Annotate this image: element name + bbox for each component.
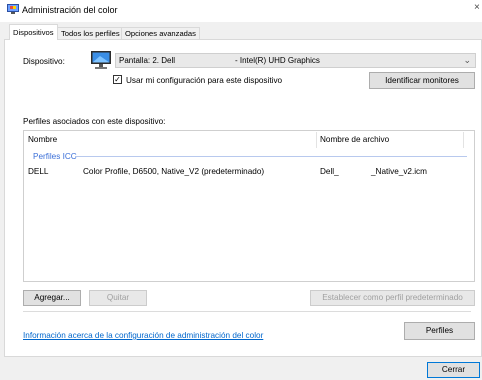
profile-name-prefix[interactable]: DELL [28, 167, 48, 176]
profile-name-suffix[interactable]: Color Profile, D6500, Native_V2 (predete… [83, 167, 264, 176]
profiles-button[interactable]: Perfiles [404, 322, 475, 340]
info-link[interactable]: Información acerca de la configuración d… [23, 331, 263, 340]
group-label-icc: Perfiles ICC [33, 152, 77, 161]
remove-button[interactable]: Quitar [89, 290, 147, 306]
color-management-app-icon [7, 4, 19, 14]
device-selected-adapter: - Intel(R) UHD Graphics [235, 56, 320, 65]
device-label: Dispositivo: [23, 57, 65, 66]
profile-file-suffix[interactable]: _Native_v2.icm [371, 167, 427, 176]
tab-todos-los-perfiles[interactable]: Todos los perfiles [57, 27, 124, 39]
tab-opciones-avanzadas[interactable]: Opciones avanzadas [121, 27, 200, 39]
column-header-filename[interactable]: Nombre de archivo [320, 132, 389, 148]
use-my-settings-checkbox[interactable]: ✓ [113, 75, 122, 84]
divider [23, 311, 471, 312]
profiles-section-label: Perfiles asociados con este dispositivo: [23, 117, 166, 126]
window-title: Administración del color [22, 5, 118, 15]
device-selected-name: Pantalla: 2. Dell [119, 56, 176, 65]
use-my-settings-label: Usar mi configuración para este disposit… [126, 76, 283, 85]
profile-file-prefix[interactable]: Dell_ [320, 167, 339, 176]
tab-dispositivos[interactable]: Dispositivos [9, 24, 58, 40]
column-divider[interactable] [316, 132, 317, 148]
identify-monitors-button[interactable]: Identificar monitores [369, 72, 475, 89]
column-header-name[interactable]: Nombre [28, 132, 57, 148]
monitor-icon [91, 51, 111, 69]
close-window-icon[interactable]: × [474, 2, 482, 18]
add-button[interactable]: Agregar... [23, 290, 81, 306]
close-button[interactable]: Cerrar [427, 362, 480, 378]
device-dropdown[interactable]: Pantalla: 2. Dell - Intel(R) UHD Graphic… [115, 53, 476, 68]
chevron-down-icon: ⌄ [463, 55, 471, 65]
set-default-button[interactable]: Establecer como perfil predeterminado [310, 290, 475, 306]
column-divider[interactable] [463, 132, 464, 148]
profiles-list[interactable] [23, 130, 475, 282]
group-divider [75, 156, 467, 157]
